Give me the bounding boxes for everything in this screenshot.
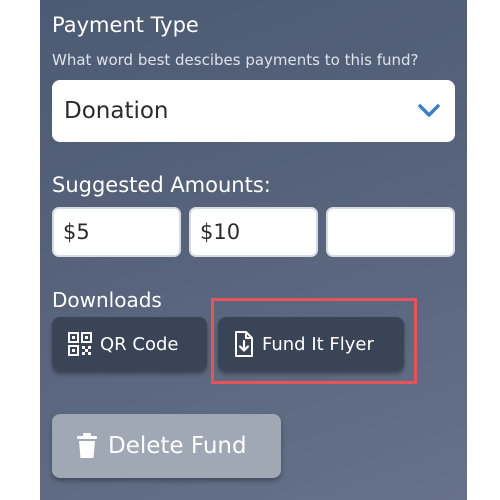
annotation-highlight-box [211,298,417,384]
payment-type-selected-value: Donation [64,98,169,124]
payment-type-select[interactable]: Donation [52,80,455,142]
qr-code-icon [68,332,92,356]
qr-code-button[interactable]: QR Code [52,317,207,371]
payment-type-help-text: What word best descibes payments to this… [52,51,419,69]
fund-settings-panel: Payment Type What word best descibes pay… [40,0,467,500]
payment-type-label: Payment Type [52,13,199,37]
qr-code-button-label: QR Code [100,333,179,355]
suggested-amount-3-input[interactable] [326,207,455,257]
trash-icon [77,433,97,458]
suggested-amounts-label: Suggested Amounts: [52,173,271,197]
delete-fund-button[interactable]: Delete Fund [52,414,281,478]
delete-fund-button-label: Delete Fund [108,433,247,459]
suggested-amount-2-input[interactable] [189,207,318,257]
downloads-label: Downloads [52,288,162,312]
suggested-amount-1-input[interactable] [52,207,181,257]
chevron-down-icon [418,104,440,117]
